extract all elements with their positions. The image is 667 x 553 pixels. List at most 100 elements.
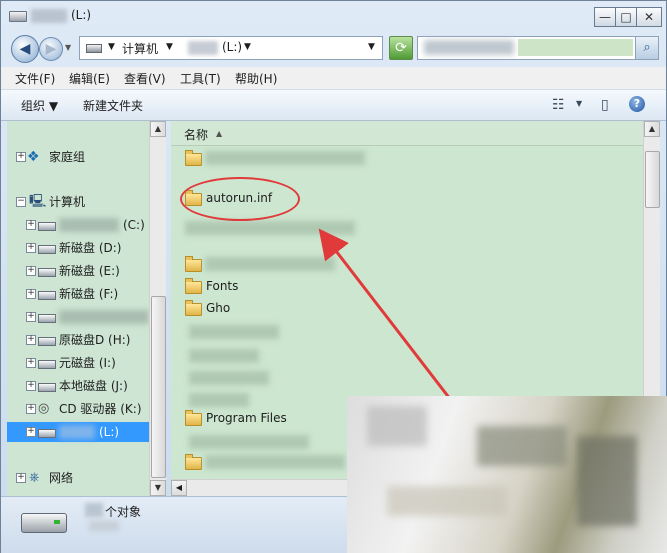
blurred-search-text: [424, 40, 514, 55]
view-dropdown-icon[interactable]: ▼: [576, 99, 582, 108]
view-options-icon[interactable]: ☷: [552, 97, 565, 113]
nav-drive-j[interactable]: + 本地磁盘 (J:): [7, 376, 149, 396]
column-header[interactable]: 名称 ▲: [171, 121, 643, 146]
list-item[interactable]: Program Files: [185, 407, 345, 429]
title-bar[interactable]: (L:) — □ ✕: [1, 1, 666, 29]
list-item[interactable]: [185, 345, 335, 367]
menu-tools[interactable]: 工具(T): [180, 70, 221, 87]
menu-help[interactable]: 帮助(H): [235, 70, 277, 87]
file-name: Program Files: [206, 411, 287, 425]
scroll-up-button[interactable]: ▲: [644, 121, 660, 137]
help-icon[interactable]: ?: [629, 96, 645, 112]
photo-region: [477, 426, 567, 466]
folder-icon: [185, 410, 202, 426]
scroll-thumb[interactable]: [151, 296, 166, 478]
expand-icon[interactable]: +: [26, 243, 36, 253]
drive-icon: [38, 245, 56, 254]
expand-icon[interactable]: +: [26, 220, 36, 230]
column-name-header[interactable]: 名称: [184, 126, 208, 143]
expand-icon[interactable]: +: [26, 312, 36, 322]
nav-drive-c[interactable]: + (C:): [7, 215, 149, 235]
list-item[interactable]: [185, 451, 345, 473]
blurred-name: [205, 257, 335, 271]
nav-drive-d[interactable]: + 新磁盘 (D:): [7, 238, 149, 258]
minimize-button[interactable]: —: [594, 7, 616, 27]
expand-icon[interactable]: +: [26, 381, 36, 391]
nav-drive-i[interactable]: + 元磁盘 (I:): [7, 353, 149, 373]
nav-drive-k[interactable]: + ◎ CD 驱动器 (K:): [7, 399, 149, 419]
list-item[interactable]: [185, 321, 335, 343]
scroll-left-button[interactable]: ◀: [171, 480, 187, 496]
expand-icon[interactable]: +: [16, 473, 26, 483]
nav-label: 原磁盘D (H:): [59, 333, 131, 347]
expand-icon[interactable]: +: [26, 266, 36, 276]
nav-computer[interactable]: − 🖳 计算机: [7, 192, 149, 212]
list-item[interactable]: [185, 253, 375, 275]
maximize-button[interactable]: □: [615, 7, 637, 27]
command-bar: 组织 ▼ 新建文件夹 ☷ ▼ ▯ ?: [1, 90, 666, 121]
nav-drive-h[interactable]: + 原磁盘D (H:): [7, 330, 149, 350]
menu-view[interactable]: 查看(V): [124, 70, 166, 87]
nav-drive-e[interactable]: + 新磁盘 (E:): [7, 261, 149, 281]
back-button[interactable]: ◀: [11, 35, 39, 63]
computer-icon: 🖳: [29, 194, 47, 209]
list-item[interactable]: [185, 147, 375, 169]
list-item[interactable]: [185, 367, 335, 389]
scroll-up-button[interactable]: ▲: [150, 121, 166, 137]
organize-button[interactable]: 组织 ▼: [21, 97, 58, 114]
nav-label: (L:): [99, 425, 120, 439]
expand-icon[interactable]: +: [26, 289, 36, 299]
list-item[interactable]: [185, 217, 375, 239]
address-row: ◀ ▶ ▼ ▼ 计算机 ▼ (L:) ▼ ▼ ⟳ ⌕: [1, 31, 666, 65]
refresh-button[interactable]: ⟳: [389, 36, 413, 60]
collapse-icon[interactable]: −: [16, 197, 26, 207]
blurred-name: [189, 435, 309, 449]
expand-icon[interactable]: +: [26, 335, 36, 345]
nav-drive-g[interactable]: +: [7, 307, 149, 327]
list-item[interactable]: Gho: [185, 297, 335, 319]
expand-icon[interactable]: +: [16, 152, 26, 162]
close-button[interactable]: ✕: [636, 7, 662, 27]
menu-edit[interactable]: 编辑(E): [69, 70, 110, 87]
blurred-name: [189, 325, 279, 339]
breadcrumb-drive[interactable]: (L:): [222, 40, 242, 54]
expand-icon[interactable]: +: [26, 404, 36, 414]
blurred-name: [189, 393, 249, 407]
scroll-down-button[interactable]: ▼: [150, 480, 166, 496]
nav-homegroup[interactable]: + ❖ 家庭组: [7, 147, 149, 167]
menu-bar: 文件(F) 编辑(E) 查看(V) 工具(T) 帮助(H): [1, 67, 666, 90]
new-folder-button[interactable]: 新建文件夹: [83, 97, 143, 114]
file-name: Gho: [206, 301, 231, 315]
blurred-name: [189, 349, 259, 363]
address-bar[interactable]: ▼ 计算机 ▼ (L:) ▼ ▼: [79, 36, 383, 60]
nav-pane-scrollbar[interactable]: ▲ ▼: [149, 121, 166, 496]
expand-icon[interactable]: +: [26, 427, 36, 437]
nav-network[interactable]: + ⎈ 网络: [7, 468, 149, 488]
expand-icon[interactable]: +: [26, 358, 36, 368]
list-item[interactable]: Fonts: [185, 275, 335, 297]
blurred-title-region: [31, 9, 67, 23]
blurred-count: [85, 503, 103, 517]
drive-icon: [38, 291, 56, 300]
drive-icon: [86, 44, 102, 53]
breadcrumb-separator[interactable]: ▼: [166, 42, 173, 52]
photo-region: [577, 436, 637, 526]
menu-file[interactable]: 文件(F): [15, 70, 55, 87]
nav-label: 新磁盘 (D:): [59, 241, 122, 255]
breadcrumb-separator[interactable]: ▼: [244, 42, 251, 52]
recent-pages-dropdown[interactable]: ▼: [65, 43, 71, 52]
scroll-thumb[interactable]: [645, 151, 660, 208]
address-history-dropdown[interactable]: ▼: [368, 42, 375, 52]
nav-label: CD 驱动器 (K:): [59, 402, 142, 416]
list-item[interactable]: [185, 431, 345, 453]
forward-button[interactable]: ▶: [39, 37, 63, 61]
highlight-ellipse: [180, 177, 300, 221]
breadcrumb-separator[interactable]: ▼: [108, 42, 115, 52]
magnifier-icon[interactable]: ⌕: [635, 37, 658, 59]
breadcrumb-computer[interactable]: 计算机: [122, 40, 158, 57]
nav-drive-l[interactable]: + (L:): [7, 422, 149, 442]
search-input[interactable]: ⌕: [417, 36, 659, 60]
removable-drive-icon: [21, 513, 67, 533]
preview-pane-icon[interactable]: ▯: [601, 97, 609, 113]
nav-drive-f[interactable]: + 新磁盘 (F:): [7, 284, 149, 304]
